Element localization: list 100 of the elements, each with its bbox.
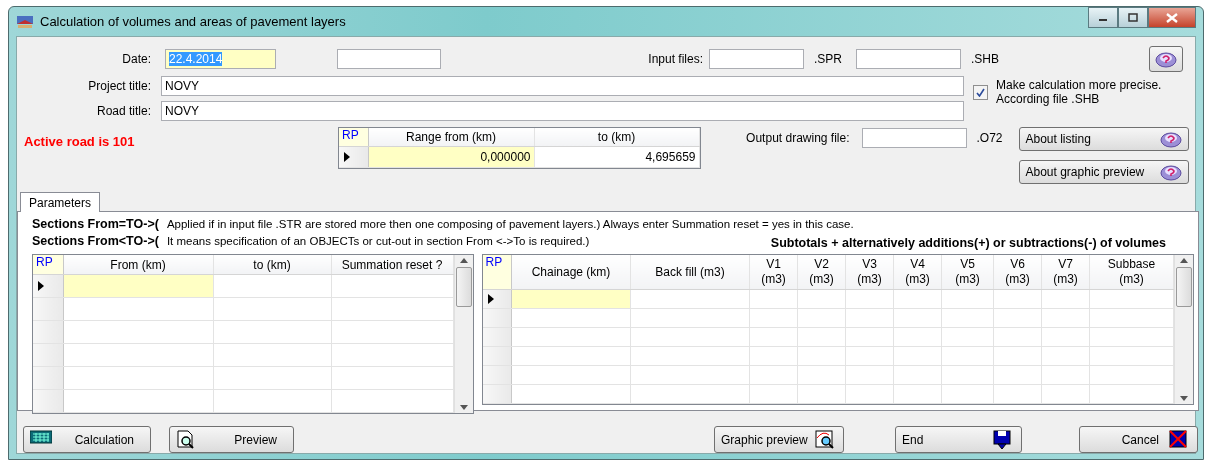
table-cell[interactable] — [797, 384, 846, 404]
table-cell[interactable] — [941, 365, 994, 385]
project-title-field[interactable]: NOVY — [161, 76, 964, 96]
table-cell[interactable] — [331, 320, 453, 344]
table-cell[interactable] — [941, 384, 994, 404]
table-cell[interactable] — [1089, 308, 1174, 328]
table-cell[interactable] — [797, 327, 846, 347]
input-field[interactable] — [709, 49, 804, 69]
table-cell[interactable] — [511, 384, 631, 404]
table-cell[interactable] — [749, 327, 798, 347]
table-cell[interactable] — [213, 320, 331, 344]
table-cell[interactable] — [993, 384, 1042, 404]
table-cell[interactable] — [749, 308, 798, 328]
table-cell[interactable] — [511, 365, 631, 385]
table-cell[interactable] — [1041, 327, 1090, 347]
row-header[interactable] — [33, 274, 63, 298]
table-cell[interactable] — [1089, 289, 1174, 309]
road-title-field[interactable]: NOVY — [161, 101, 964, 121]
table-cell[interactable] — [63, 274, 213, 298]
table-cell[interactable] — [331, 343, 453, 367]
calculation-button[interactable]: Calculation — [23, 426, 151, 453]
table-cell[interactable] — [845, 308, 894, 328]
table-cell[interactable] — [749, 346, 798, 366]
table-cell[interactable] — [331, 274, 453, 298]
table-cell[interactable] — [941, 289, 994, 309]
table-cell[interactable] — [630, 346, 750, 366]
close-button[interactable] — [1148, 7, 1196, 28]
table-cell[interactable] — [1089, 327, 1174, 347]
table-cell[interactable] — [993, 289, 1042, 309]
table-cell[interactable] — [893, 346, 942, 366]
checkbox[interactable] — [973, 85, 988, 100]
table-cell[interactable] — [893, 289, 942, 309]
table-cell[interactable] — [511, 308, 631, 328]
table-cell[interactable] — [749, 384, 798, 404]
about-button[interactable]: About graphic preview — [1018, 160, 1189, 184]
table-cell[interactable] — [63, 343, 213, 367]
input-field[interactable] — [856, 49, 961, 69]
table-cell[interactable] — [993, 308, 1042, 328]
table-cell[interactable] — [749, 289, 798, 309]
row-header[interactable] — [339, 146, 368, 168]
table-cell[interactable] — [1041, 289, 1090, 309]
table-cell[interactable] — [941, 308, 994, 328]
maximize-button[interactable] — [1118, 7, 1148, 28]
table-cell[interactable] — [511, 346, 631, 366]
text-field[interactable] — [337, 49, 441, 69]
table-cell[interactable] — [331, 366, 453, 390]
table-cell[interactable] — [63, 297, 213, 321]
table-cell[interactable] — [511, 327, 631, 347]
table-cell[interactable] — [1041, 346, 1090, 366]
table-cell[interactable] — [630, 384, 750, 404]
table-cell[interactable] — [749, 365, 798, 385]
row-header[interactable] — [482, 289, 512, 309]
table-cell[interactable] — [893, 308, 942, 328]
about-button[interactable]: About listing — [1018, 127, 1189, 151]
table-cell[interactable] — [797, 308, 846, 328]
table-cell[interactable] — [213, 343, 331, 367]
scrollbar[interactable] — [1174, 255, 1193, 404]
table-cell[interactable] — [797, 346, 846, 366]
table-cell[interactable] — [213, 366, 331, 390]
table-cell[interactable] — [941, 346, 994, 366]
table-cell[interactable] — [63, 366, 213, 390]
table-cell[interactable] — [213, 297, 331, 321]
table-cell[interactable] — [993, 346, 1042, 366]
table-cell[interactable] — [630, 308, 750, 328]
table-cell[interactable] — [1041, 365, 1090, 385]
table-cell[interactable] — [845, 365, 894, 385]
table-cell[interactable] — [893, 384, 942, 404]
table-cell[interactable] — [797, 289, 846, 309]
table-cell[interactable] — [630, 327, 750, 347]
table-cell[interactable] — [1089, 384, 1174, 404]
table-cell[interactable] — [893, 327, 942, 347]
table-cell[interactable] — [893, 365, 942, 385]
minimize-button[interactable] — [1088, 7, 1118, 28]
graphic-preview-button[interactable]: Graphic preview — [714, 426, 844, 453]
scrollbar-thumb[interactable] — [1176, 267, 1192, 307]
table-cell[interactable] — [993, 327, 1042, 347]
help-button[interactable] — [1149, 46, 1183, 72]
table-cell[interactable] — [331, 389, 453, 413]
cancel-button[interactable]: Cancel — [1079, 426, 1198, 453]
table-cell[interactable] — [1089, 365, 1174, 385]
table-cell[interactable] — [63, 320, 213, 344]
table-cell[interactable] — [845, 289, 894, 309]
table-cell[interactable] — [630, 289, 750, 309]
table-cell[interactable] — [845, 346, 894, 366]
table-cell[interactable] — [1041, 308, 1090, 328]
table-cell[interactable]: 4,695659 — [534, 146, 699, 168]
tab[interactable]: Parameters — [20, 192, 101, 212]
table-cell[interactable] — [630, 365, 750, 385]
table-cell[interactable] — [845, 327, 894, 347]
table-cell[interactable] — [63, 389, 213, 413]
preview-button[interactable]: Preview — [169, 426, 294, 453]
table-cell[interactable] — [993, 365, 1042, 385]
table-cell[interactable] — [213, 274, 331, 298]
table-cell[interactable] — [797, 365, 846, 385]
output-file-field[interactable] — [861, 128, 967, 148]
table-cell[interactable] — [1041, 384, 1090, 404]
table-cell[interactable] — [331, 297, 453, 321]
table-cell[interactable] — [1089, 346, 1174, 366]
scrollbar-thumb[interactable] — [455, 267, 472, 307]
table-cell[interactable] — [845, 384, 894, 404]
